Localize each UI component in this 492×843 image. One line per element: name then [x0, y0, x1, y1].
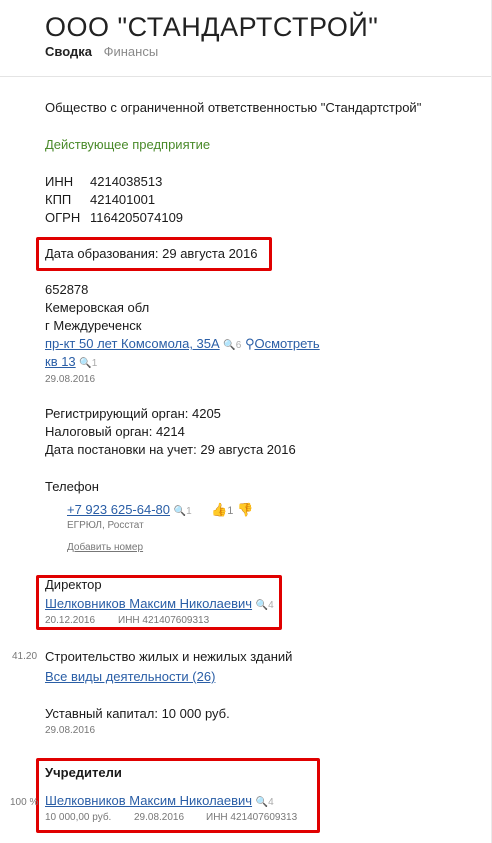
- address-street-row: пр-кт 50 лет Комсомола, 35А 🔍6 ⚲Осмотрет…: [45, 335, 320, 355]
- phone-row: +7 923 625-64-80 🔍1: [67, 501, 192, 521]
- founder-count: 4: [268, 797, 274, 808]
- ogrn-value: 1164205074109: [90, 210, 184, 225]
- director-count: 4: [268, 600, 274, 611]
- ogrn-row: ОГРН 1164205074109: [45, 209, 183, 227]
- activity-code: 41.20: [12, 651, 38, 662]
- search-icon: 🔍: [255, 797, 269, 808]
- all-activities-link[interactable]: Все виды деятельности (26): [45, 668, 215, 686]
- header: ООО "СТАНДАРТСТРОЙ" Сводка Финансы: [0, 0, 492, 77]
- director-date: 20.12.2016: [45, 615, 96, 626]
- street-count: 6: [235, 340, 242, 351]
- director-label: Директор: [45, 577, 102, 592]
- director-row: Шелковников Максим Николаевич 🔍4: [45, 595, 274, 615]
- tab-finance[interactable]: Финансы: [104, 44, 159, 59]
- search-icon: 🔍: [255, 600, 269, 611]
- phone-count: 1: [186, 506, 192, 517]
- address-region: Кемеровская обл: [45, 300, 150, 315]
- search-icon: 🔍: [223, 340, 236, 351]
- view-map-link[interactable]: Осмотреть: [254, 336, 319, 351]
- address-street-link[interactable]: пр-кт 50 лет Комсомола, 35А: [45, 336, 220, 351]
- tabs: Сводка Финансы: [45, 44, 158, 59]
- all-activities-text[interactable]: Все виды деятельности (26): [45, 669, 215, 684]
- reg-date: Дата постановки на учет: 29 августа 2016: [45, 442, 296, 457]
- status-text: Действующее предприятие: [45, 137, 211, 152]
- ogrn-label: ОГРН: [45, 210, 81, 225]
- phone-source: ЕГРЮЛ, Росстат: [67, 520, 144, 531]
- founder-share: 100 %: [10, 797, 39, 808]
- kpp-row: КПП 421401001: [45, 191, 155, 209]
- kpp-label: КПП: [45, 192, 72, 207]
- address-apt-row: кв 13 🔍1: [45, 353, 97, 373]
- inn-label: ИНН: [45, 174, 74, 189]
- likes-count: 1: [227, 505, 234, 517]
- capital-date: 29.08.2016: [45, 725, 96, 736]
- company-title: ООО "СТАНДАРТСТРОЙ": [45, 12, 379, 42]
- phone-votes: 👍1 👎: [211, 501, 253, 520]
- inn-value: 4214038513: [90, 174, 163, 189]
- kpp-value: 421401001: [90, 192, 156, 207]
- founder-row: Шелковников Максим Николаевич 🔍4: [45, 792, 274, 812]
- search-icon: 🔍: [79, 358, 92, 369]
- founded-date: Дата образования: 29 августа 2016: [45, 246, 258, 261]
- phone-label: Телефон: [45, 479, 99, 494]
- founder-date: 29.08.2016: [134, 812, 185, 823]
- director-inn: ИНН 421407609313: [118, 615, 210, 626]
- page: ООО "СТАНДАРТСТРОЙ" Сводка Финансы Общес…: [0, 0, 492, 843]
- founder-inn: ИНН 421407609313: [206, 812, 298, 823]
- address-zip: 652878: [45, 282, 89, 297]
- phone-number-link[interactable]: +7 923 625-64-80: [67, 502, 170, 517]
- full-name: Общество с ограниченной ответственностью…: [45, 100, 422, 115]
- inn-row: ИНН 4214038513: [45, 173, 162, 191]
- founder-amount: 10 000,00 руб.: [45, 812, 112, 823]
- search-icon: 🔍: [173, 506, 187, 517]
- address-date: 29.08.2016: [45, 374, 96, 385]
- founders-title: Учредители: [45, 765, 122, 780]
- apt-count: 1: [91, 358, 98, 369]
- tax-authority: Налоговый орган: 4214: [45, 424, 185, 439]
- founder-name-link[interactable]: Шелковников Максим Николаевич: [45, 793, 252, 808]
- capital-text: Уставный капитал: 10 000 руб.: [45, 706, 230, 721]
- address-apt-link[interactable]: кв 13: [45, 354, 76, 369]
- reg-authority: Регистрирующий орган: 4205: [45, 406, 221, 421]
- tab-summary[interactable]: Сводка: [45, 44, 92, 59]
- director-name-link[interactable]: Шелковников Максим Николаевич: [45, 596, 252, 611]
- add-phone-link[interactable]: Добавить номер: [67, 542, 143, 553]
- thumbs-up-icon[interactable]: 👍: [211, 502, 227, 517]
- thumbs-down-icon[interactable]: 👎: [237, 502, 253, 517]
- address-city: г Междуреченск: [45, 318, 142, 333]
- activity-name: Строительство жилых и нежилых зданий: [45, 649, 293, 664]
